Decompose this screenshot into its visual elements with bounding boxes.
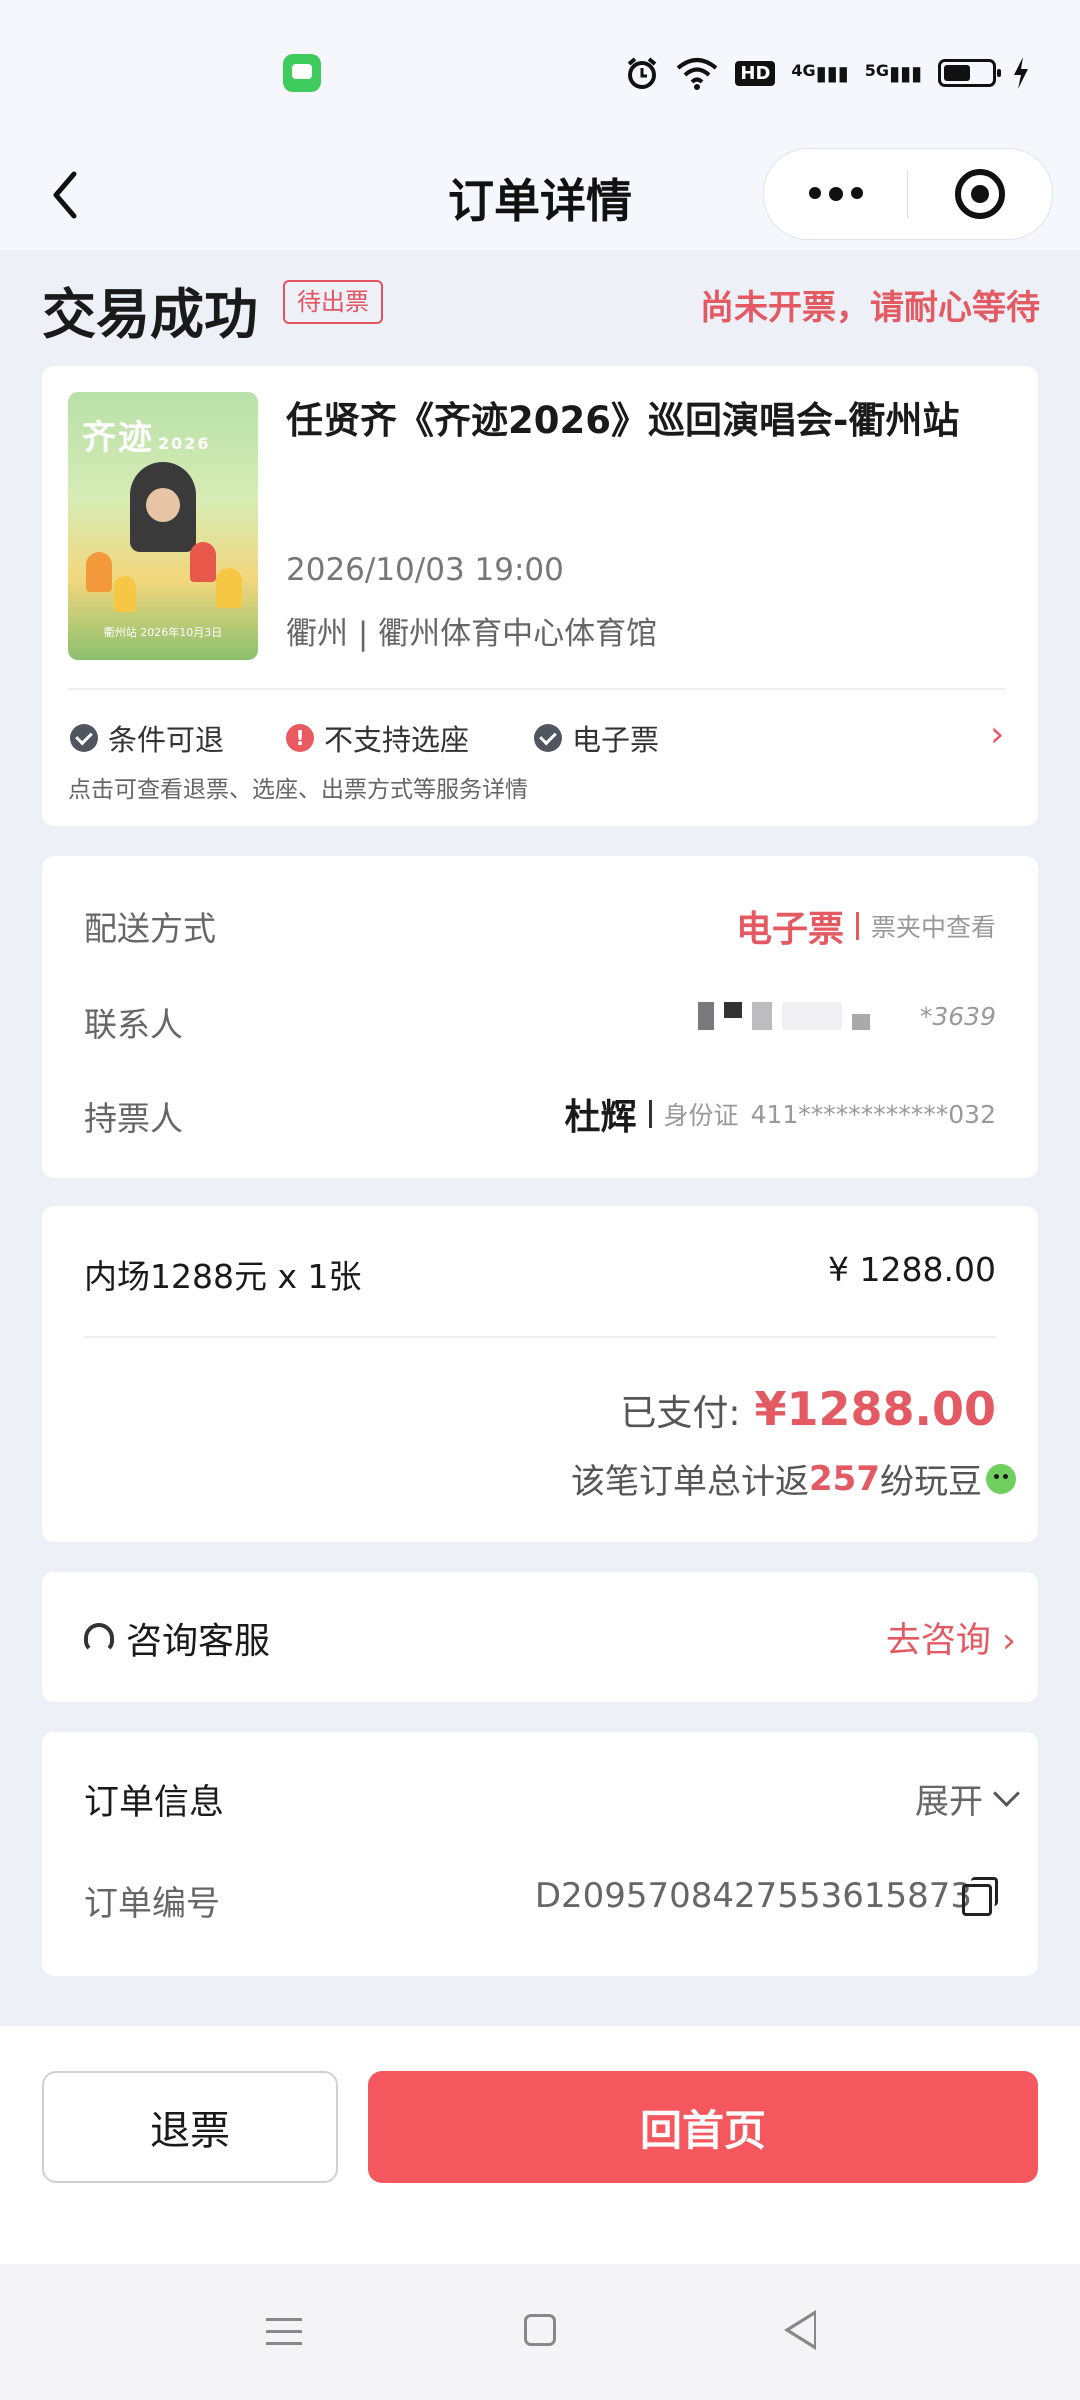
delivery-method-note: 票夹中查看 <box>870 913 996 942</box>
delivery-method: 电子票 <box>735 909 844 950</box>
menu-icon[interactable] <box>266 2316 302 2348</box>
contact-phone: *3639 <box>919 1002 996 1031</box>
headset-icon <box>84 1623 114 1653</box>
delivery-method-label: 配送方式 <box>84 909 216 948</box>
holder-name: 杜辉 <box>564 1097 637 1138</box>
expand-button[interactable]: 展开 <box>915 1774 1020 1823</box>
customer-service-label: 咨询客服 <box>84 1612 270 1664</box>
net-5g-label: 5G <box>864 61 889 80</box>
holder-id: 411************032 <box>750 1099 996 1129</box>
charging-icon <box>1014 57 1028 89</box>
ticket-line: 内场1288元 x 1张 <box>84 1257 362 1296</box>
copy-icon[interactable] <box>962 1877 998 1916</box>
holder-value: 杜辉 身份证 411************032 <box>565 1088 996 1140</box>
order-info-title: 订单信息 <box>84 1783 225 1823</box>
order-status-title: 交易成功 <box>42 283 258 346</box>
features-hint: 点击可查看退票、选座、出票方式等服务详情 <box>68 777 528 803</box>
cashback-row: 该笔订单总计返 257 纷玩豆 <box>571 1454 1016 1503</box>
poster-tulip <box>86 552 112 592</box>
chevron-down-icon <box>993 1780 1020 1807</box>
mini-program-capsule <box>763 148 1053 240</box>
separator <box>648 1100 652 1128</box>
back-triangle-icon[interactable] <box>784 2310 816 2350</box>
battery-icon <box>938 59 1001 87</box>
cashback-prefix: 该笔订单总计返 <box>571 1462 810 1502</box>
check-circle-icon <box>70 724 98 752</box>
poster-footer: 衢州站 2026年10月3日 <box>103 626 223 639</box>
alarm-icon <box>628 57 657 89</box>
home-button[interactable]: 回首页 <box>368 2071 1038 2183</box>
divider <box>84 1336 996 1338</box>
feature-label: 不支持选座 <box>324 723 470 757</box>
feature-e-ticket: 电子票 <box>534 720 660 757</box>
divider <box>68 688 1006 690</box>
event-name: 任贤齐《齐迹2026》巡回演唱会-衢州站 <box>286 399 960 442</box>
feature-no-seat-select: ! 不支持选座 <box>286 720 470 757</box>
feature-refundable: 条件可退 <box>70 720 225 757</box>
feature-label: 电子票 <box>572 723 660 757</box>
event-time: 2026/10/03 19:00 <box>286 552 564 588</box>
message-app-icon <box>283 54 321 92</box>
more-button[interactable] <box>764 149 907 239</box>
cashback-suffix: 纷玩豆 <box>880 1462 982 1502</box>
delivery-method-value: 电子票 票夹中查看 <box>736 900 996 952</box>
paid-amount: ¥1288.00 <box>754 1382 996 1436</box>
order-number-label: 订单编号 <box>84 1884 220 1924</box>
event-venue: 衢州 | 衢州体育中心体育馆 <box>286 616 658 652</box>
pea-mascot-icon <box>986 1463 1016 1494</box>
contact-blurred <box>698 1002 870 1030</box>
event-poster: 齐迹 2026 衢州站 2026年10月3日 <box>68 392 258 660</box>
paid-label: 已支付: <box>620 1393 741 1434</box>
exclamation-circle-icon: ! <box>286 724 314 752</box>
expand-label: 展开 <box>915 1782 983 1822</box>
service-label: 咨询客服 <box>126 1621 271 1662</box>
hd-icon: HD <box>735 60 776 86</box>
poster-tulip <box>216 568 242 608</box>
signal-5g-icon: 5G▮▮▮ <box>864 61 922 85</box>
status-note: 尚未开票，请耐心等待 <box>700 288 1040 328</box>
ticket-price: ¥ 1288.00 <box>828 1250 996 1289</box>
consult-button[interactable]: 去咨询 › <box>886 1612 1016 1663</box>
more-dots-icon <box>808 187 863 201</box>
holder-label: 持票人 <box>84 1099 183 1138</box>
net-4g-label: 4G <box>791 61 816 80</box>
home-square-icon[interactable] <box>524 2314 556 2346</box>
wifi-icon <box>677 58 718 90</box>
poster-tulip <box>190 542 216 582</box>
poster-artist-face <box>146 488 180 522</box>
cashback-num: 257 <box>809 1458 880 1499</box>
poster-tulip <box>114 576 136 612</box>
separator <box>855 912 859 940</box>
status-icons: HD 4G▮▮▮ 5G▮▮▮ <box>625 48 1030 98</box>
close-button[interactable] <box>908 149 1051 239</box>
refund-button[interactable]: 退票 <box>42 2071 338 2183</box>
feature-label: 条件可退 <box>108 723 225 757</box>
order-number: D2095708427553615873 <box>534 1876 972 1916</box>
order-info-card <box>42 1732 1038 1976</box>
holder-id-type: 身份证 <box>663 1101 739 1130</box>
poster-year: 2026 <box>158 434 211 453</box>
target-close-icon <box>954 169 1005 219</box>
contact-label: 联系人 <box>84 1005 183 1044</box>
signal-4g-icon: 4G▮▮▮ <box>791 61 849 85</box>
chevron-right-icon[interactable]: › <box>990 714 1004 755</box>
check-circle-icon <box>534 724 562 752</box>
poster-title: 齐迹 <box>82 418 154 458</box>
status-badge: 待出票 <box>283 280 383 324</box>
paid-row: 已支付: ¥1288.00 <box>620 1382 996 1436</box>
